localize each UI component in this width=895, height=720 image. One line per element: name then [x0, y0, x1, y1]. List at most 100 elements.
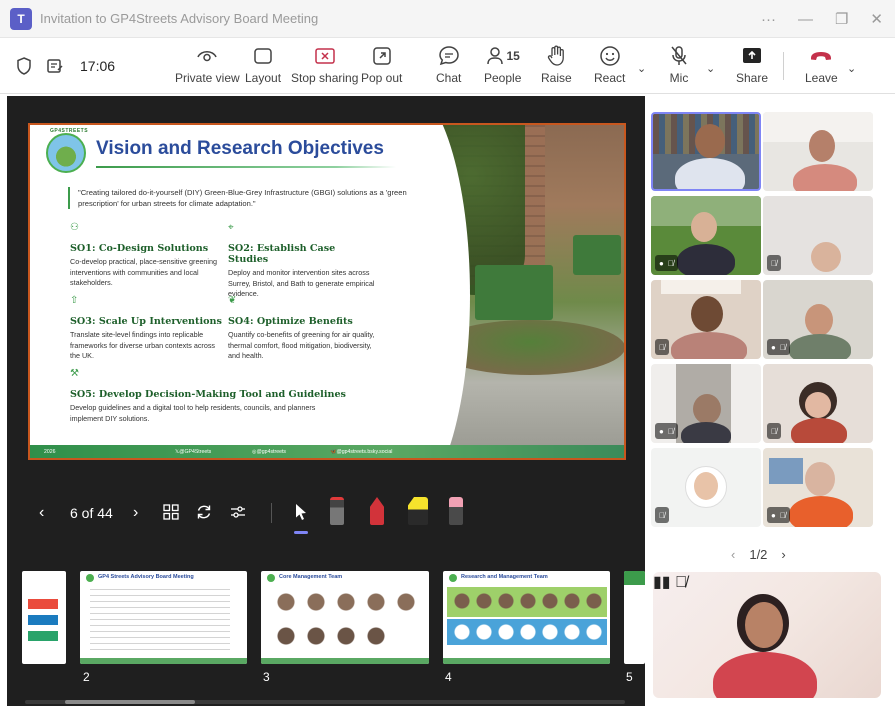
arrow-up-icon: ⇧ [70, 295, 79, 306]
more-options-icon[interactable]: ··· [761, 11, 776, 28]
participant-tile[interactable] [763, 112, 873, 191]
signal-bars-icon: ▮▮ [653, 574, 671, 591]
footer-bsky-handle: @gp4streets.bsky.social [336, 448, 393, 455]
objective-desc: Co-develop practical, place-sensitive gr… [70, 257, 218, 287]
react-button[interactable]: React [594, 44, 625, 88]
smiley-icon [599, 46, 620, 66]
share-label: Share [736, 71, 769, 85]
minimize-icon[interactable]: — [798, 11, 813, 28]
window-controls: ··· — ❐ ✕ [761, 0, 883, 38]
slide-thumbnail-5[interactable] [624, 571, 645, 664]
objective-title: SO5: Develop Decision-Making Tool and Gu… [70, 389, 346, 400]
react-chevron-icon[interactable]: ⌄ [637, 62, 646, 75]
footer-ig-handle: @gp4streets [256, 448, 287, 455]
eraser-icon[interactable] [449, 497, 463, 525]
share-button[interactable]: Share [736, 44, 768, 88]
gp4streets-logo [46, 133, 86, 173]
presenter-icon: ● [659, 426, 664, 436]
close-icon[interactable]: ✕ [870, 10, 883, 28]
chat-label: Chat [436, 71, 462, 85]
previous-slide-icon[interactable]: ‹ [39, 504, 44, 522]
layout-button[interactable]: Layout [245, 44, 281, 88]
mute-indicator: 🎙̸ [767, 255, 781, 271]
participant-tile[interactable]: ● 🎙̸ [651, 196, 761, 275]
mic-chevron-icon[interactable]: ⌄ [706, 62, 715, 75]
thumbnail-scrollbar[interactable] [25, 700, 625, 704]
pop-out-icon [372, 47, 391, 65]
highlighter-icon[interactable] [408, 497, 428, 525]
leave-button[interactable]: Leave [805, 44, 838, 88]
private-view-button[interactable]: Private view [175, 44, 240, 88]
logo-text: GP4STREETS [50, 128, 89, 134]
grid-view-icon[interactable] [160, 501, 182, 523]
footer-x-handle: @GP4Streets [179, 448, 212, 455]
participant-tile[interactable]: 🎙̸ [763, 364, 873, 443]
mute-indicator: 🎙̸ [655, 507, 669, 523]
slide-thumbnail-4[interactable]: Research and Management Team [443, 571, 610, 664]
red-marker-icon[interactable] [330, 497, 344, 525]
objective-so1: SO1: Co-Design Solutions Co-develop prac… [70, 243, 230, 289]
settings-sliders-icon[interactable] [227, 501, 249, 523]
slide-thumbnail-2[interactable]: GP4 Streets Advisory Board Meeting [80, 571, 247, 664]
notes-icon[interactable] [46, 57, 64, 75]
restore-icon[interactable]: ❐ [835, 10, 848, 28]
chat-button[interactable]: Chat [436, 44, 461, 88]
people-button[interactable]: 15 People [484, 44, 521, 88]
thumbnail-title: GP4 Streets Advisory Board Meeting [98, 574, 194, 580]
stop-sharing-label: Stop sharing [291, 71, 359, 85]
participant-tile[interactable]: ● 🎙̸ [763, 448, 873, 527]
shield-icon[interactable] [16, 57, 32, 75]
slide-thumbnail-3[interactable]: Core Management Team [261, 571, 429, 664]
mic-off-icon: 🎙̸ [771, 258, 777, 268]
tool-icon: ⚒ [70, 368, 79, 379]
pop-out-label: Pop out [361, 71, 403, 85]
gallery-next-icon[interactable]: › [781, 547, 785, 562]
people-count: 15 [506, 49, 520, 63]
objective-so4: SO4: Optimize Benefits Quantify co-benef… [228, 316, 383, 362]
slide-thumbnail-1[interactable] [22, 571, 66, 664]
participant-tile[interactable]: 🎙̸ [651, 280, 761, 359]
mute-indicator: 🎙̸ [655, 339, 669, 355]
mute-indicator: ● 🎙̸ [655, 255, 678, 271]
objective-desc: Quantify co-benefits of greening for air… [228, 330, 375, 360]
raise-hand-button[interactable]: Raise [541, 44, 572, 88]
participant-tile[interactable]: 🎙̸ [763, 196, 873, 275]
thumbnail-number: 4 [445, 670, 452, 684]
participant-tile[interactable]: 🎙̸ [651, 448, 761, 527]
laser-pointer-icon[interactable] [290, 501, 312, 523]
pop-out-button[interactable]: Pop out [361, 44, 402, 88]
mic-off-icon: 🎙̸ [659, 510, 665, 520]
gallery-page-indicator: 1/2 [749, 547, 768, 562]
layout-icon [254, 48, 272, 64]
mic-off-icon: 🎙̸ [667, 258, 674, 268]
objective-so3: SO3: Scale Up Interventions Translate si… [70, 316, 225, 362]
window-title: Invitation to GP4Streets Advisory Board … [40, 11, 319, 26]
scrollbar-thumb[interactable] [65, 700, 195, 704]
slide-title: Vision and Research Objectives [96, 138, 384, 159]
stop-sharing-button[interactable]: Stop sharing [291, 44, 358, 88]
objective-desc: Translate site-level findings into repli… [70, 330, 216, 360]
mic-label: Mic [669, 71, 689, 85]
mute-indicator: ● 🎙̸ [655, 423, 678, 439]
participant-tile[interactable]: ● 🎙̸ [651, 364, 761, 443]
leave-chevron-icon[interactable]: ⌄ [847, 62, 856, 75]
leave-label: Leave [805, 71, 838, 85]
meeting-time: 17:06 [80, 58, 116, 74]
self-view-tile[interactable]: ▮▮ 🎙̸ [653, 572, 881, 698]
thumbnail-number: 3 [263, 670, 270, 684]
vision-quote: "Creating tailored do-it-yourself (DIY) … [68, 187, 413, 209]
mic-button[interactable]: Mic [669, 44, 689, 88]
participant-tile[interactable] [651, 112, 761, 191]
stop-sharing-icon [314, 48, 335, 64]
gallery-prev-icon[interactable]: ‹ [731, 547, 735, 562]
participants-gallery: ● 🎙̸ 🎙̸ 🎙̸ ● 🎙̸ ● 🎙̸ 🎙̸ 🎙̸ ● 🎙̸ ‹ 1/2 › … [646, 96, 895, 720]
red-pen-icon[interactable] [370, 497, 384, 525]
next-slide-icon[interactable]: › [133, 504, 138, 522]
hang-up-icon [811, 52, 832, 60]
private-view-label: Private view [175, 71, 240, 85]
slide-counter: 6 of 44 [70, 505, 113, 521]
sync-icon[interactable] [193, 501, 215, 523]
mic-off-icon: 🎙̸ [779, 510, 786, 520]
participant-tile[interactable]: ● 🎙̸ [763, 280, 873, 359]
footer-bsky: 🦋 @gp4streets.bsky.social [330, 448, 393, 455]
